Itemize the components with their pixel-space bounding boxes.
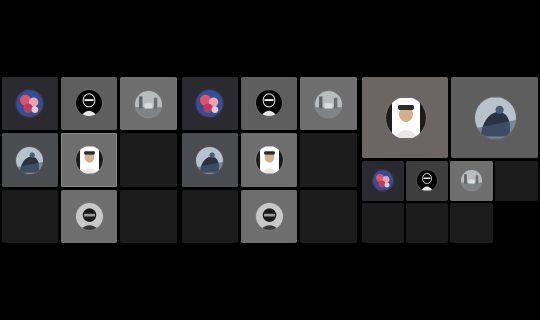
tile-man-large[interactable] <box>362 77 448 158</box>
helmet-avatar-icon <box>76 203 103 230</box>
tile-man[interactable] <box>61 133 117 187</box>
tile-street[interactable] <box>300 77 357 130</box>
flowers-avatar-icon <box>16 90 43 117</box>
tile-empty-1[interactable] <box>120 133 177 187</box>
man-avatar-icon <box>386 97 426 139</box>
street-avatar-icon <box>315 91 342 118</box>
tile-empty-small-4[interactable] <box>450 203 493 243</box>
mask-avatar-icon <box>76 90 102 116</box>
tile-flowers[interactable] <box>182 77 238 130</box>
man-avatar-icon <box>76 146 103 174</box>
tile-empty-small-1[interactable] <box>495 161 538 201</box>
tile-street[interactable] <box>120 77 177 130</box>
tile-mask[interactable] <box>61 77 117 130</box>
helmet-avatar-icon <box>256 203 283 230</box>
tile-horse[interactable] <box>2 133 58 187</box>
tile-empty-2[interactable] <box>2 190 58 243</box>
street-avatar-icon <box>135 91 162 118</box>
tile-empty-small-3[interactable] <box>406 203 448 243</box>
flowers-avatar-icon <box>373 170 393 191</box>
tile-horse-large[interactable] <box>451 77 538 158</box>
horse-avatar-icon <box>475 97 516 139</box>
tile-man[interactable] <box>241 133 297 187</box>
tile-empty-1[interactable] <box>300 133 357 187</box>
avatar-gallery-screen <box>0 0 540 320</box>
tile-mask[interactable] <box>241 77 297 130</box>
tile-empty-3[interactable] <box>120 190 177 243</box>
tile-flowers-small[interactable] <box>362 161 404 201</box>
tile-horse[interactable] <box>182 133 238 187</box>
horse-avatar-icon <box>196 147 223 174</box>
tile-empty-small-2[interactable] <box>362 203 404 243</box>
tile-flowers[interactable] <box>2 77 58 130</box>
tile-mask-small[interactable] <box>406 161 448 201</box>
man-avatar-icon <box>256 146 283 174</box>
horse-avatar-icon <box>16 147 43 174</box>
tile-helmet[interactable] <box>241 190 297 243</box>
flowers-avatar-icon <box>196 90 223 117</box>
tile-helmet[interactable] <box>61 190 117 243</box>
tile-empty-2[interactable] <box>182 190 238 243</box>
tile-empty-3[interactable] <box>300 190 357 243</box>
street-avatar-icon <box>461 170 482 191</box>
mask-avatar-icon <box>417 170 437 191</box>
mask-avatar-icon <box>256 90 282 116</box>
tile-street-small[interactable] <box>450 161 493 201</box>
